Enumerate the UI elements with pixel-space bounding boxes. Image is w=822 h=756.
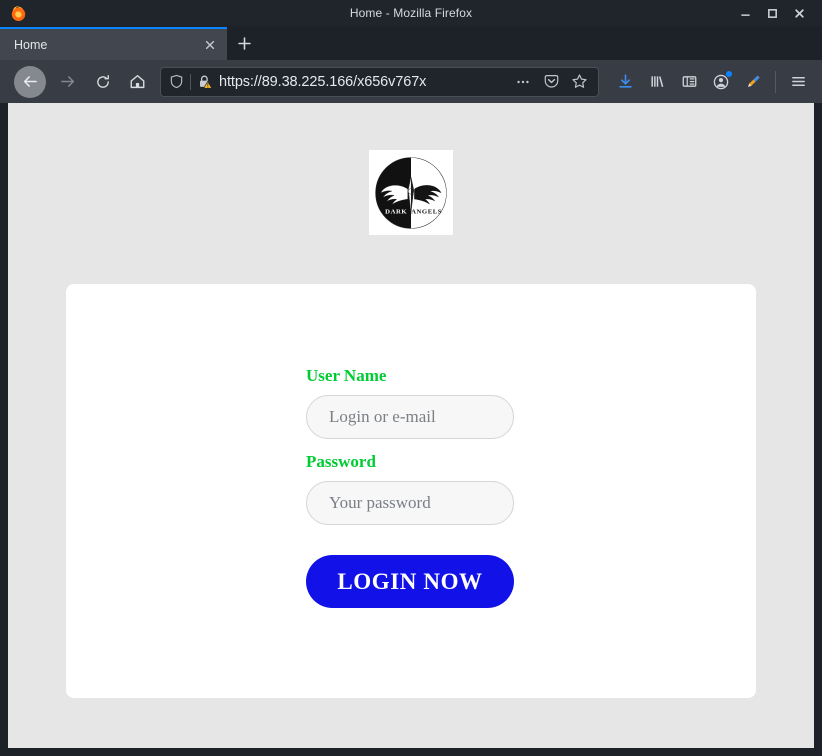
new-tab-button[interactable] bbox=[229, 28, 259, 58]
page-actions-icon[interactable] bbox=[512, 71, 534, 93]
reload-button-icon[interactable] bbox=[86, 66, 120, 98]
tab-label: Home bbox=[14, 37, 48, 52]
window-title: Home - Mozilla Firefox bbox=[349, 6, 473, 20]
window-controls bbox=[739, 7, 816, 20]
page-content: DARK ANGELS User Name Password LOGIN NOW bbox=[8, 103, 814, 748]
highlighter-pen-icon[interactable] bbox=[737, 67, 769, 97]
library-icon[interactable] bbox=[641, 67, 673, 97]
bookmark-star-icon[interactable] bbox=[568, 71, 590, 93]
navigation-toolbar: https://89.38.225.166/x656v767x bbox=[0, 60, 822, 103]
home-button-icon[interactable] bbox=[120, 66, 154, 98]
tab-close-icon[interactable] bbox=[201, 36, 219, 54]
password-input[interactable] bbox=[306, 481, 514, 525]
url-text[interactable]: https://89.38.225.166/x656v767x bbox=[219, 74, 506, 90]
close-icon[interactable] bbox=[793, 7, 806, 20]
forward-button-icon[interactable] bbox=[50, 66, 84, 98]
username-input[interactable] bbox=[306, 395, 514, 439]
tracking-protection-shield-icon[interactable] bbox=[169, 74, 184, 89]
form-spacer-2 bbox=[306, 525, 514, 555]
insecure-connection-lock-icon[interactable] bbox=[197, 74, 213, 90]
window-titlebar: Home - Mozilla Firefox bbox=[0, 0, 822, 26]
hamburger-menu-icon[interactable] bbox=[782, 67, 814, 97]
username-label: User Name bbox=[306, 366, 387, 385]
password-label: Password bbox=[306, 452, 376, 471]
login-now-button[interactable]: LOGIN NOW bbox=[306, 555, 514, 608]
tab-home[interactable]: Home bbox=[0, 27, 227, 60]
login-card: User Name Password LOGIN NOW bbox=[66, 284, 756, 698]
minimize-icon[interactable] bbox=[739, 7, 752, 20]
firefox-logo-icon bbox=[10, 5, 27, 22]
address-bar-divider bbox=[190, 73, 191, 90]
account-icon[interactable] bbox=[705, 67, 737, 97]
site-logo-container: DARK ANGELS bbox=[8, 103, 814, 235]
tab-strip: Home bbox=[0, 26, 822, 60]
svg-text:ANGELS: ANGELS bbox=[411, 208, 442, 215]
address-bar[interactable]: https://89.38.225.166/x656v767x bbox=[160, 66, 599, 97]
dark-angels-logo-icon: DARK ANGELS bbox=[369, 150, 453, 235]
maximize-icon[interactable] bbox=[766, 7, 779, 20]
toolbar-separator bbox=[775, 70, 776, 93]
toolbar-right-buttons bbox=[609, 67, 814, 97]
browser-viewport: DARK ANGELS User Name Password LOGIN NOW bbox=[0, 103, 822, 756]
pocket-icon[interactable] bbox=[540, 71, 562, 93]
account-notification-badge bbox=[726, 70, 732, 77]
back-button-icon[interactable] bbox=[14, 65, 46, 98]
login-form: User Name Password LOGIN NOW bbox=[306, 366, 514, 608]
downloads-icon[interactable] bbox=[609, 67, 641, 97]
svg-text:DARK: DARK bbox=[385, 208, 407, 215]
form-spacer bbox=[306, 439, 514, 452]
sidebar-icon[interactable] bbox=[673, 67, 705, 97]
